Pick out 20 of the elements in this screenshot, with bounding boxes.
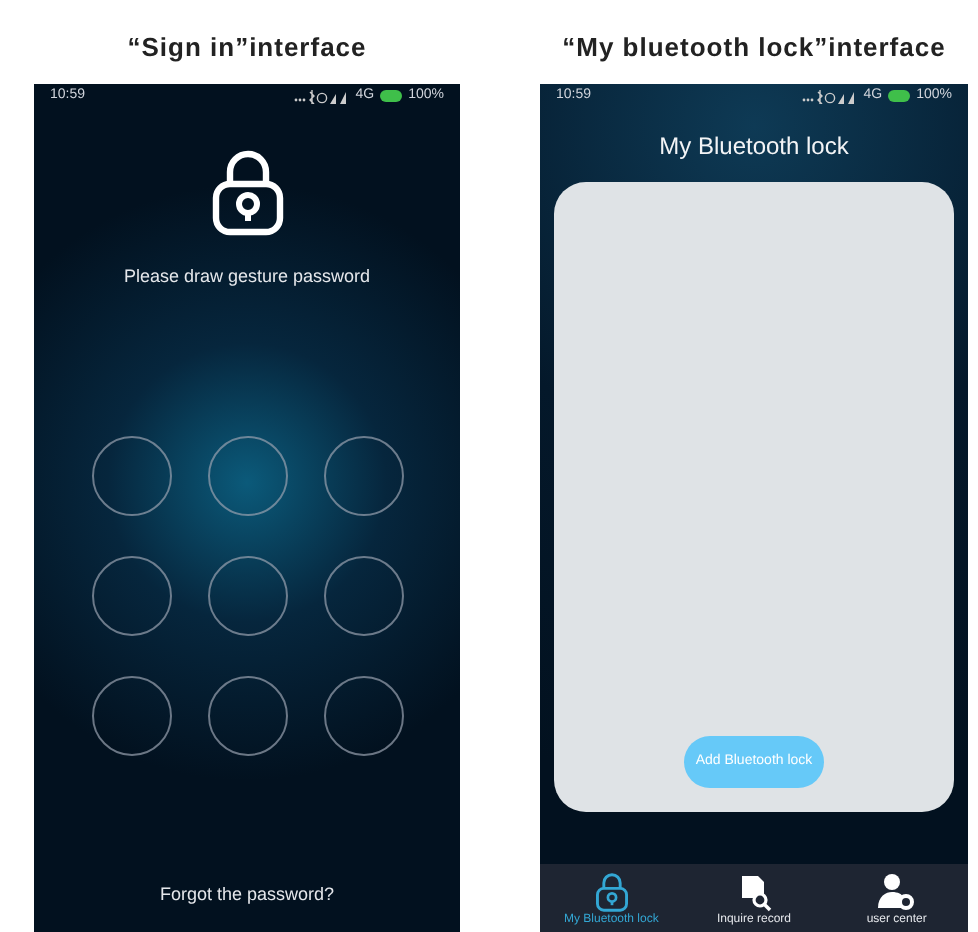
gesture-point[interactable]: [323, 675, 403, 755]
lock-icon: [591, 872, 632, 912]
gesture-point[interactable]: [207, 435, 287, 515]
gesture-point[interactable]: [207, 675, 287, 755]
gesture-point[interactable]: [91, 435, 171, 515]
figure-caption: “My bluetooth lock”interface: [562, 30, 946, 66]
gesture-point[interactable]: [91, 675, 171, 755]
gesture-point[interactable]: [323, 555, 403, 635]
gesture-prompt: Please draw gesture password: [123, 264, 371, 290]
user-settings-icon: [876, 872, 917, 912]
gesture-point[interactable]: [91, 555, 171, 635]
gesture-point[interactable]: [207, 555, 287, 635]
status-icons: [801, 89, 858, 103]
gesture-point[interactable]: [323, 435, 403, 515]
battery-icon: [380, 90, 403, 102]
forgot-password-link[interactable]: Forgot the password?: [159, 881, 335, 908]
figure-caption: “Sign in”interface: [127, 30, 367, 66]
screen-title: My Bluetooth lock: [657, 130, 851, 164]
battery-icon: [888, 90, 911, 102]
status-icons: [293, 89, 350, 103]
